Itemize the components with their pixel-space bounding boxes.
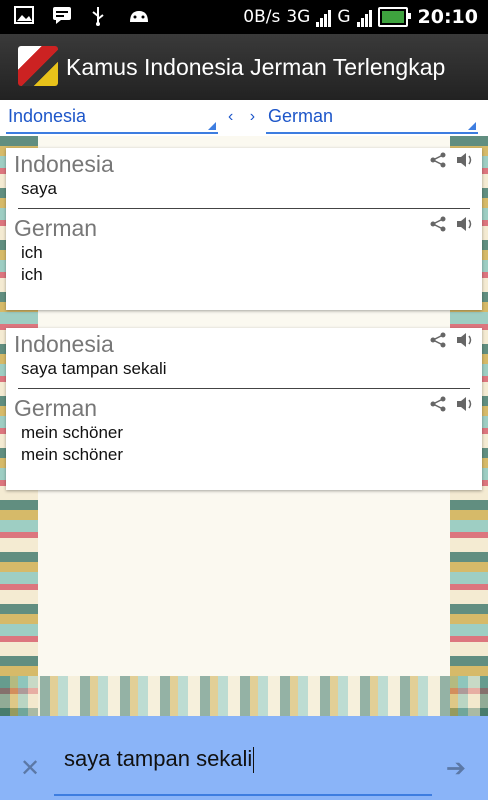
- net-speed: 0B/s: [243, 7, 281, 27]
- dropdown-triangle-icon: [468, 122, 476, 130]
- speaker-icon[interactable]: [456, 152, 474, 173]
- clock: 20:10: [417, 6, 478, 28]
- title-bar: Kamus Indonesia Jerman Terlengkap: [0, 34, 488, 102]
- target-section-label: German: [14, 215, 98, 241]
- target-text-line: mein schöner: [21, 445, 124, 464]
- dropdown-triangle-icon: [208, 122, 216, 130]
- target-actions: [430, 396, 474, 417]
- source-text: saya tampan sekali: [21, 359, 167, 378]
- share-icon[interactable]: [430, 396, 446, 417]
- target-text-line: mein schöner: [21, 423, 124, 442]
- source-section-label: Indonesia: [14, 151, 114, 177]
- usb-icon: [90, 6, 112, 26]
- results-area[interactable]: Indonesia saya German ich ich Indonesia: [0, 136, 488, 716]
- input-bar: ✕ saya tampan sekali ➔: [0, 716, 488, 800]
- translate-arrow-icon[interactable]: ➔: [446, 754, 466, 783]
- result-card[interactable]: Indonesia saya German ich ich: [6, 148, 482, 310]
- source-language-label: Indonesia: [8, 106, 87, 126]
- source-text: saya: [21, 179, 57, 198]
- target-language-spinner[interactable]: German: [266, 106, 478, 134]
- source-language-spinner[interactable]: Indonesia: [6, 106, 218, 134]
- swap-languages-button[interactable]: ‹ ›: [228, 108, 261, 126]
- network-g: G: [337, 7, 351, 27]
- status-bar: 0B/s 3G G 20:10: [0, 0, 488, 34]
- text-caret: [253, 747, 255, 774]
- target-actions: [430, 216, 474, 237]
- source-actions: [430, 332, 474, 353]
- speaker-icon[interactable]: [456, 332, 474, 353]
- signal-icon: [316, 7, 332, 27]
- battery-icon: [377, 7, 411, 27]
- share-icon[interactable]: [430, 152, 446, 173]
- result-card[interactable]: Indonesia saya tampan sekali German mein…: [6, 328, 482, 490]
- app-logo-icon: [18, 46, 58, 86]
- network-3g: 3G: [286, 7, 311, 27]
- search-input[interactable]: saya tampan sekali: [54, 744, 432, 796]
- target-text-line: ich: [21, 243, 43, 262]
- share-icon[interactable]: [430, 216, 446, 237]
- search-input-value: saya tampan sekali: [64, 746, 255, 774]
- signal-icon: [356, 7, 372, 27]
- android-icon: [128, 6, 150, 26]
- divider: [18, 208, 470, 209]
- speaker-icon[interactable]: [456, 216, 474, 237]
- language-bar: Indonesia ‹ › German: [0, 100, 488, 136]
- target-section-label: German: [14, 395, 98, 421]
- chat-icon: [52, 6, 74, 26]
- clear-icon[interactable]: ✕: [20, 754, 40, 783]
- target-language-label: German: [268, 106, 334, 126]
- app-title: Kamus Indonesia Jerman Terlengkap: [66, 54, 446, 80]
- decorative-border-bottom: [0, 676, 488, 716]
- speaker-icon[interactable]: [456, 396, 474, 417]
- source-section-label: Indonesia: [14, 331, 114, 357]
- divider: [18, 388, 470, 389]
- share-icon[interactable]: [430, 332, 446, 353]
- source-actions: [430, 152, 474, 173]
- image-icon: [14, 6, 36, 26]
- target-text-line: ich: [21, 265, 43, 284]
